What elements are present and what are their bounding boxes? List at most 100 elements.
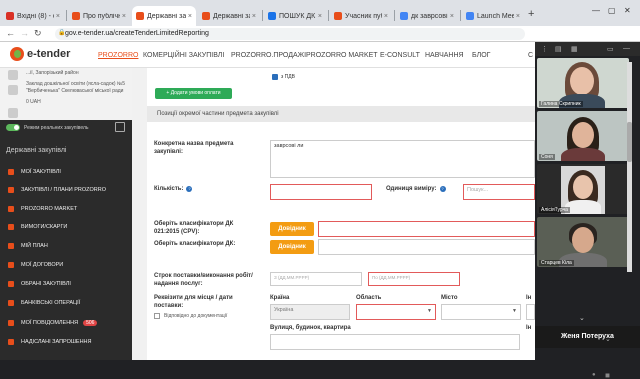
sidebar-item-favorites[interactable]: ОБРАНІ ЗАКУПІВЛІ bbox=[8, 281, 126, 287]
menu-learning[interactable]: НАВЧАННЯ bbox=[425, 52, 464, 59]
city-select[interactable]: ▼ bbox=[441, 304, 521, 320]
browser-tab[interactable]: Launch Meeti× bbox=[462, 6, 524, 26]
sidebar-section-title: Державні закупівлі bbox=[6, 147, 67, 154]
messages-count-badge: 506 bbox=[83, 320, 98, 326]
sidebar-item-my-plan[interactable]: МІЙ ПЛАН bbox=[8, 243, 126, 249]
unit-search-field[interactable]: Пошук... bbox=[463, 184, 535, 200]
sidebar-item-prozorro-market[interactable]: PROZORRO MARKET bbox=[8, 206, 126, 212]
menu-prozorro-sales[interactable]: PROZORRO.ПРОДАЖІ bbox=[231, 52, 306, 59]
participant-video[interactable]: АлісіяТурча bbox=[537, 164, 629, 214]
participant-video[interactable]: Соня bbox=[537, 111, 629, 161]
layout-icon[interactable]: ▤ bbox=[555, 45, 562, 53]
according-docs-checkbox[interactable]: Відповідно до документації bbox=[154, 313, 227, 319]
date-to-field[interactable]: По (ДД.ММ.РРРР) bbox=[368, 272, 460, 286]
browser-tab[interactable]: Державні за × bbox=[198, 6, 260, 26]
help-icon[interactable]: ? bbox=[439, 186, 446, 192]
scrollbar[interactable] bbox=[627, 62, 632, 272]
real-procurement-mode[interactable]: Режим реальних закупівель bbox=[6, 124, 89, 131]
minimize-panel-icon[interactable]: — bbox=[623, 45, 630, 52]
org-balance: 0 UAH bbox=[26, 99, 41, 105]
cpv-directory-button[interactable]: Довідник bbox=[270, 222, 314, 236]
menu-commercial[interactable]: КОМЕРЦІЙНІ ЗАКУПІВЛІ bbox=[143, 52, 224, 59]
sidebar-item-sent-invitations[interactable]: НАДІСЛАНІ ЗАПРОШЕННЯ bbox=[8, 339, 126, 345]
calendar-icon[interactable] bbox=[115, 122, 125, 132]
dk-directory-button[interactable]: Довідник bbox=[270, 240, 314, 254]
browser-tab[interactable]: дк заврсові × bbox=[396, 6, 458, 26]
participant-video[interactable]: Старцев Кіла bbox=[537, 217, 629, 267]
menu-blog[interactable]: БЛОГ bbox=[472, 52, 490, 59]
org-name: Заклад дошкільної освіти (ясла-садок) №5… bbox=[26, 81, 126, 94]
forward-icon[interactable]: → bbox=[20, 28, 29, 38]
pin-icon[interactable]: ⋮ bbox=[541, 45, 548, 53]
wallet-icon bbox=[8, 108, 18, 118]
participant-video[interactable]: Галина Скрипник bbox=[537, 58, 629, 108]
sidebar-item-complaints[interactable]: ВИМОГИ/СКАРГИ bbox=[8, 224, 126, 230]
maximize-icon[interactable]: ▢ bbox=[608, 6, 616, 15]
building-icon bbox=[8, 85, 18, 95]
region-select[interactable]: ▼ bbox=[356, 304, 436, 320]
cpv-classifier-field[interactable] bbox=[318, 221, 535, 237]
close-icon[interactable]: × bbox=[122, 13, 126, 20]
item-name-field[interactable]: заврсові ли bbox=[270, 140, 535, 178]
street-field[interactable] bbox=[270, 334, 520, 350]
lock-icon[interactable]: 🔒 bbox=[58, 29, 65, 36]
tab-label: Вхідні (8) - о bbox=[17, 12, 54, 20]
close-icon[interactable]: × bbox=[516, 13, 520, 20]
browser-tab[interactable]: Вхідні (8) - о × bbox=[2, 6, 64, 26]
menu-more[interactable]: С bbox=[528, 52, 533, 59]
etender-icon bbox=[72, 12, 80, 20]
sidebar-item-prozorro-plans[interactable]: ЗАКУПІВЛІ / ПЛАНИ PROZORRO bbox=[8, 187, 126, 193]
sidebar-item-messages[interactable]: МОЇ ПОВІДОМЛЕННЯ 506 bbox=[8, 320, 126, 326]
add-payment-terms-button[interactable]: + Додати умови оплати bbox=[155, 88, 232, 99]
according-docs-label: Відповідно до документації bbox=[164, 313, 228, 319]
close-icon[interactable]: × bbox=[252, 13, 256, 20]
quantity-field[interactable] bbox=[270, 184, 372, 200]
index-field[interactable] bbox=[526, 304, 535, 320]
menu-e-consult[interactable]: E-CONSULT bbox=[380, 52, 420, 59]
menu-prozorro-market[interactable]: PROZORRO MARKET bbox=[306, 52, 378, 59]
index2-label: Ін bbox=[526, 325, 532, 331]
help-icon[interactable]: ? bbox=[186, 186, 193, 192]
logo[interactable]: e-tender bbox=[10, 47, 70, 61]
dk-classifier-field[interactable] bbox=[318, 239, 535, 255]
back-icon[interactable]: ← bbox=[6, 28, 15, 38]
chat-icon[interactable]: ▭ bbox=[607, 45, 614, 53]
country-value: Україна bbox=[274, 307, 294, 313]
classifier-cpv-label: Оберіть класифікатори ДК 021:2015 (CPV): bbox=[154, 221, 234, 235]
browser-tab[interactable]: ПОШУК ДК 0× bbox=[264, 6, 326, 26]
close-icon[interactable]: × bbox=[188, 13, 192, 20]
browser-tab[interactable]: Учасник пуб × bbox=[330, 6, 392, 26]
close-icon[interactable]: × bbox=[384, 13, 388, 20]
country-field[interactable]: Україна bbox=[270, 304, 350, 320]
menu-prozorro[interactable]: PROZORRO bbox=[98, 52, 138, 59]
close-window-icon[interactable]: ✕ bbox=[624, 6, 631, 15]
sidebar-item-my-procurements[interactable]: МОЇ ЗАКУПІВЛІ bbox=[8, 169, 126, 175]
sidebar-item-bank-operations[interactable]: БАНКІВСЬКІ ОПЕРАЦІЇ bbox=[8, 300, 126, 306]
close-icon[interactable]: × bbox=[56, 13, 60, 20]
camera-icon[interactable]: ◼ bbox=[605, 372, 610, 379]
sidebar-item-my-contracts[interactable]: МОЇ ДОГОВОРИ bbox=[8, 262, 126, 268]
grid-icon[interactable]: ▦ bbox=[571, 45, 578, 53]
vat-label: з ПДВ bbox=[281, 74, 295, 80]
heart-icon bbox=[8, 281, 14, 287]
browser-tab[interactable]: Про публічні × bbox=[68, 6, 130, 26]
close-icon[interactable]: × bbox=[318, 13, 322, 20]
more-options-icon[interactable]: ⌄ bbox=[605, 335, 611, 343]
chevron-down-icon[interactable]: ⌄ bbox=[579, 314, 585, 322]
vat-checkbox[interactable]: з ПДВ bbox=[272, 74, 295, 80]
checkbox-checked-icon[interactable] bbox=[272, 74, 278, 80]
bank-icon bbox=[8, 300, 14, 306]
new-tab-icon[interactable]: + bbox=[528, 8, 534, 20]
mic-icon[interactable]: ● bbox=[592, 372, 596, 378]
reload-icon[interactable]: ↻ bbox=[34, 28, 42, 39]
browser-tab-active[interactable]: Державні за × bbox=[132, 6, 196, 26]
minimize-icon[interactable]: — bbox=[592, 6, 600, 15]
close-icon[interactable]: × bbox=[450, 13, 454, 20]
checkbox-icon[interactable] bbox=[154, 313, 160, 319]
toggle-switch[interactable] bbox=[6, 124, 20, 131]
participant-name: Галина Скрипник bbox=[539, 101, 583, 107]
date-from-placeholder: З (ДД.ММ.РРРР) bbox=[274, 275, 310, 280]
date-from-field[interactable]: З (ДД.ММ.РРРР) bbox=[270, 272, 362, 286]
sidebar-item-label: PROZORRO MARKET bbox=[21, 206, 78, 212]
url-input[interactable]: gov.e-tender.ua/createTenderLimitedRepor… bbox=[55, 28, 525, 40]
